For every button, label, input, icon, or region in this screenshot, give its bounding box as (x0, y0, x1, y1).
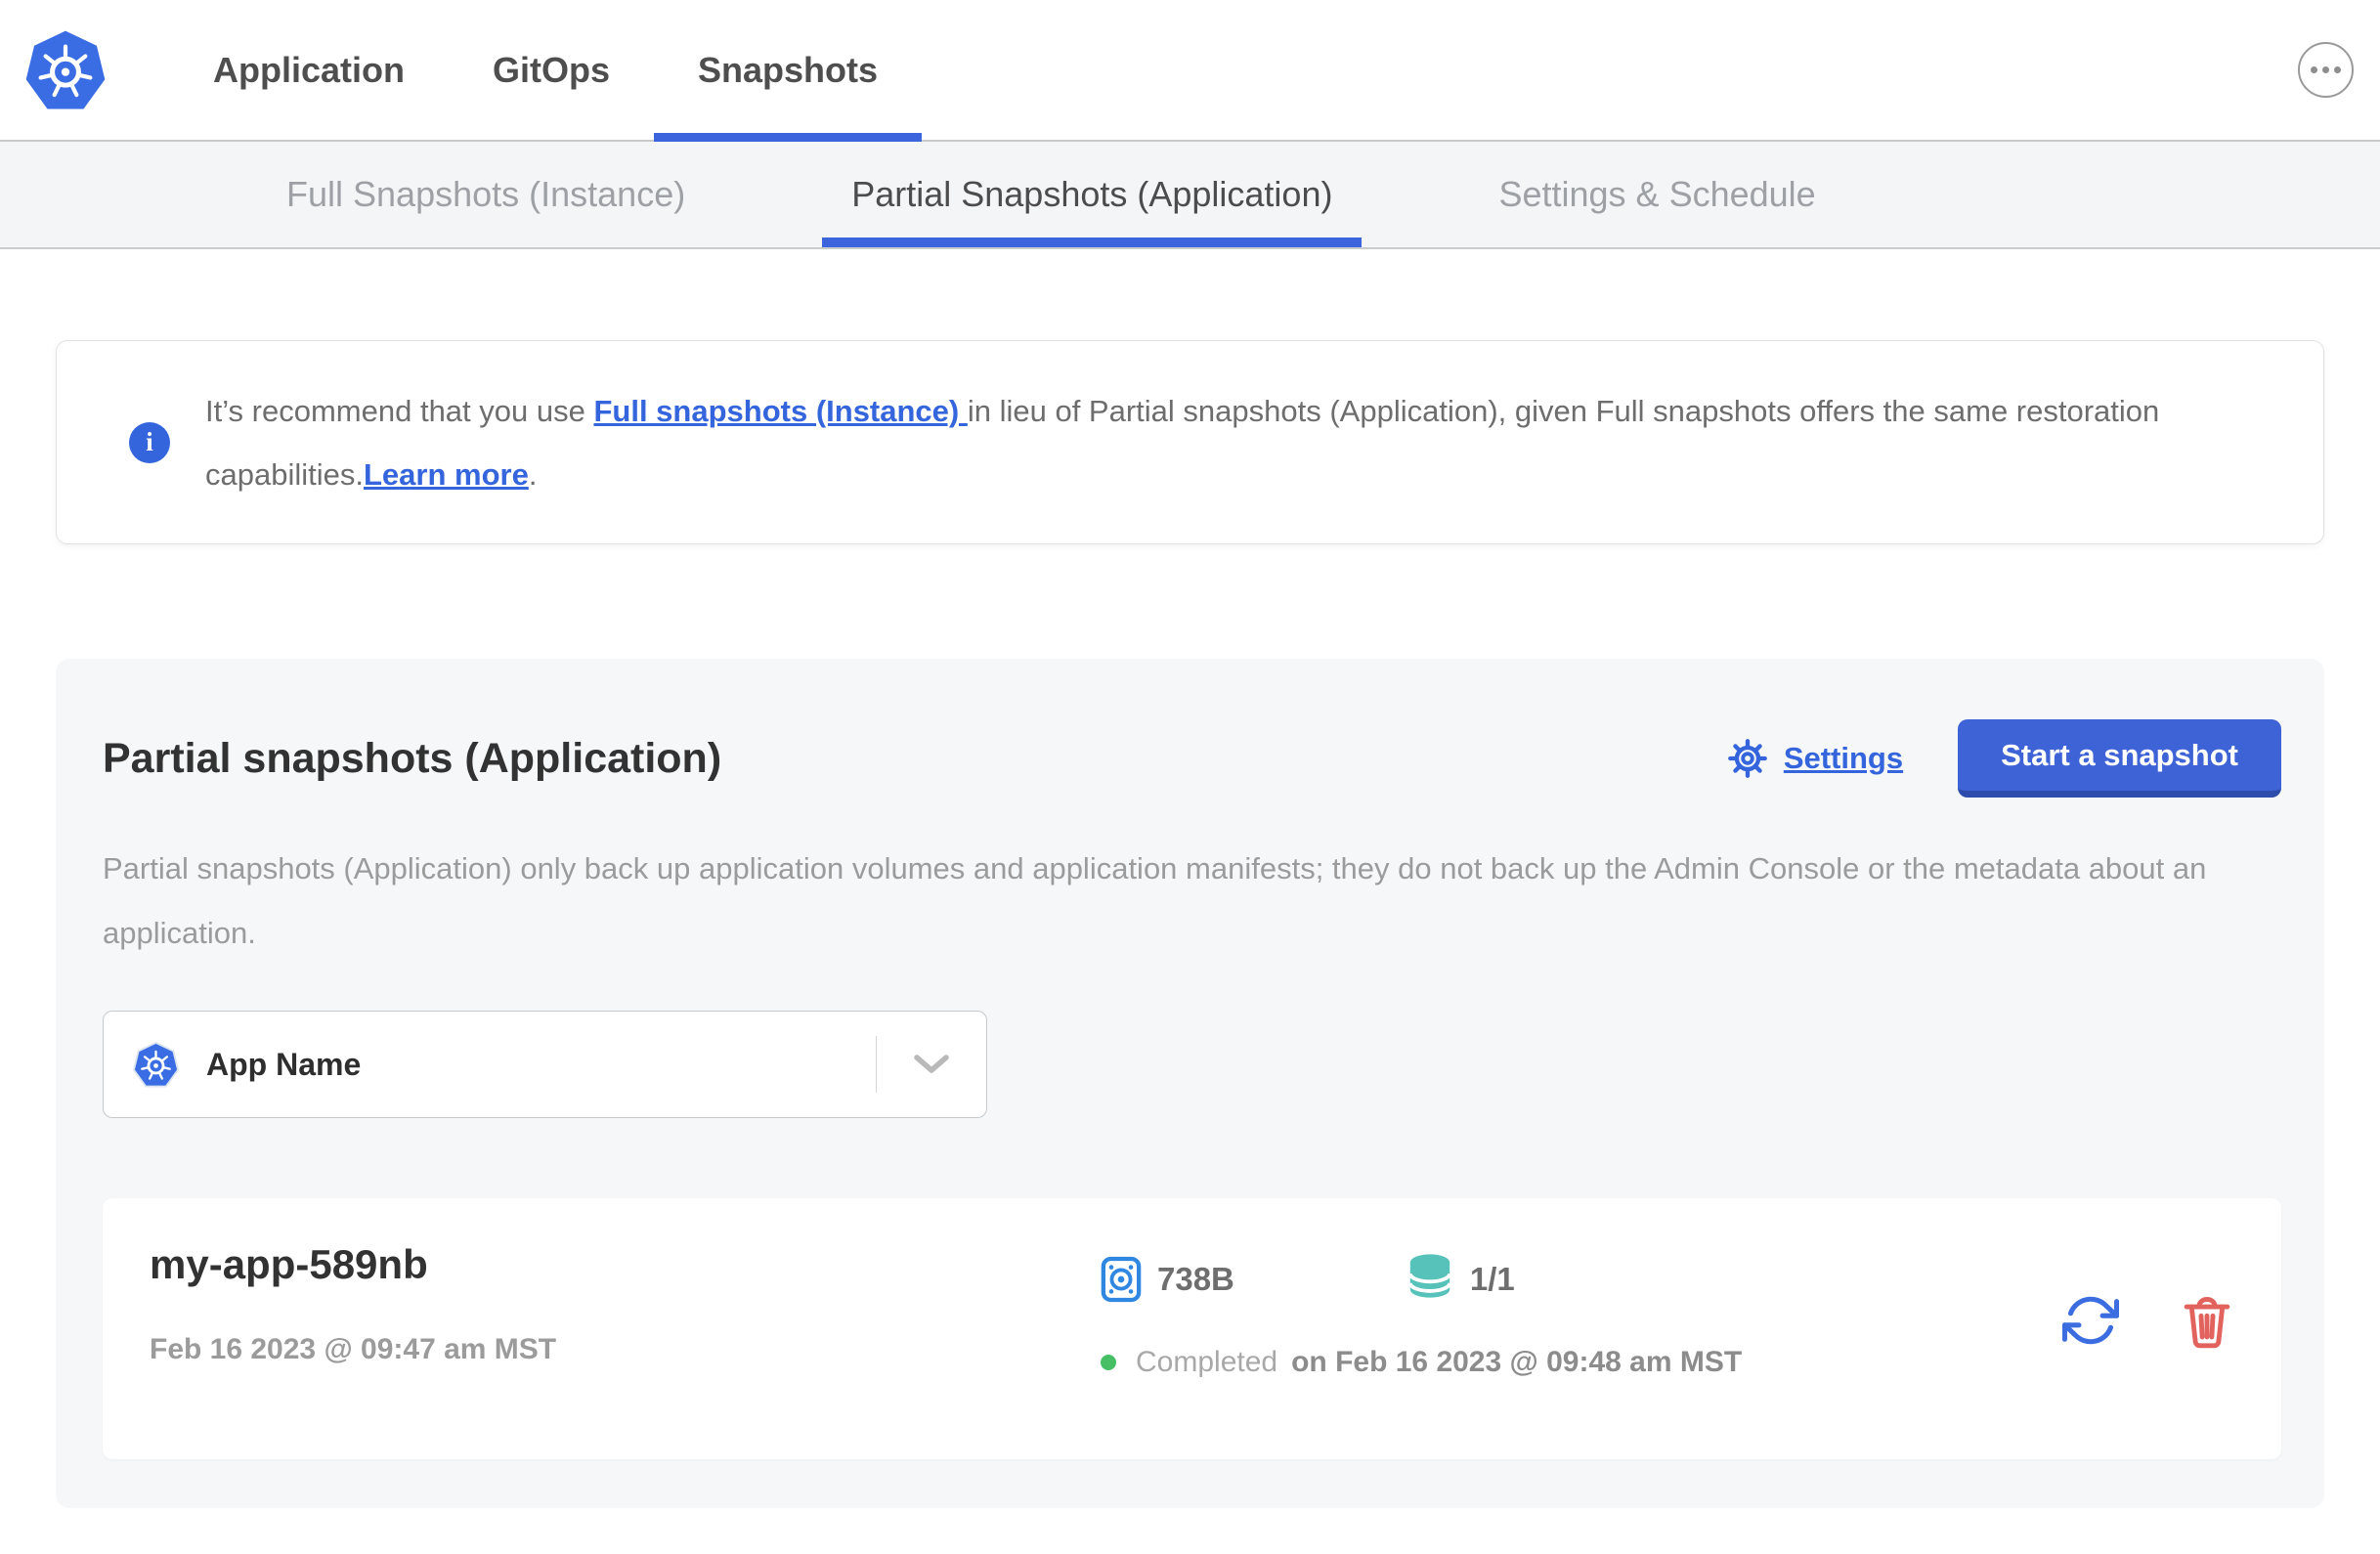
panel-header: Partial snapshots (Application) Settings (103, 719, 2281, 798)
full-snapshots-link[interactable]: Full snapshots (Instance) (593, 394, 967, 428)
restore-snapshot-button[interactable] (2061, 1292, 2120, 1349)
info-banner: i It’s recommend that you use Full snaps… (56, 340, 2324, 544)
status-badge: Completed (1136, 1346, 1278, 1378)
volume-size-icon (1101, 1256, 1142, 1302)
kubernetes-logo-icon (25, 30, 106, 108)
tab-settings-schedule[interactable]: Settings & Schedule (1469, 142, 1844, 247)
app-name-value: App Name (206, 1046, 362, 1082)
snapshot-stats: 738B 1/1 (1101, 1251, 2062, 1307)
nav-application[interactable]: Application (169, 0, 449, 140)
snapshot-status-line: Completed on Feb 16 2023 @ 09:48 am MST (1101, 1346, 2062, 1379)
restore-icon (2061, 1296, 2120, 1345)
snapshot-start-timestamp: Feb 16 2023 @ 09:47 am MST (150, 1333, 557, 1365)
database-icon-wrap (1406, 1251, 1454, 1307)
snapshot-volumes-count: 1/1 (1469, 1260, 1515, 1297)
more-menu-button[interactable] (2298, 42, 2354, 98)
nav-snapshots[interactable]: Snapshots (654, 0, 923, 142)
dropdown-chevron-box[interactable] (877, 1053, 986, 1076)
ellipsis-icon (2334, 66, 2341, 73)
snapshot-name: my-app-589nb (150, 1241, 428, 1287)
partial-snapshots-panel: Partial snapshots (Application) Settings (56, 659, 2324, 1508)
trash-icon (2184, 1297, 2230, 1349)
panel-header-actions: Settings Start a snapshot (1725, 719, 2281, 798)
banner-text: It’s recommend that you use Full snapsho… (205, 379, 2235, 506)
learn-more-link[interactable]: Learn more (364, 457, 529, 492)
settings-link[interactable]: Settings (1784, 741, 1903, 776)
tab-full-snapshots[interactable]: Full Snapshots (Instance) (257, 142, 714, 247)
start-snapshot-button[interactable]: Start a snapshot (1958, 719, 2281, 798)
snapshot-finish-timestamp: on Feb 16 2023 @ 09:48 am MST (1291, 1346, 1743, 1378)
ellipsis-icon (2322, 66, 2329, 73)
panel-description: Partial snapshots (Application) only bac… (103, 851, 2207, 950)
snapshot-size: 738B (1157, 1260, 1234, 1297)
gear-icon[interactable] (1725, 736, 1770, 781)
snapshot-identity: my-app-589nb Feb 16 2023 @ 09:47 am MST (150, 1241, 1101, 1459)
delete-snapshot-button[interactable] (2180, 1292, 2234, 1349)
snapshot-details: 738B 1/1 Completed on Feb 16 2023 @ 09:4… (1101, 1241, 2062, 1459)
page-title: Partial snapshots (Application) (103, 734, 722, 782)
banner-text-segment: . (528, 456, 538, 492)
banner-text-segment: It’s recommend that you use (205, 393, 594, 428)
nav-gitops[interactable]: GitOps (449, 0, 654, 140)
snapshots-subnav: Full Snapshots (Instance) Partial Snapsh… (0, 142, 2380, 249)
status-dot-icon (1101, 1355, 1116, 1370)
top-header: Application GitOps Snapshots (0, 0, 2380, 142)
ellipsis-icon (2311, 66, 2317, 73)
database-icon (1407, 1254, 1452, 1298)
chevron-down-icon (914, 1055, 949, 1073)
top-nav: Application GitOps Snapshots (169, 0, 923, 142)
tab-partial-snapshots[interactable]: Partial Snapshots (Application) (822, 142, 1363, 247)
snapshot-actions (2061, 1292, 2234, 1349)
kubernetes-app-icon (133, 1041, 179, 1088)
info-icon: i (129, 421, 170, 463)
snapshot-row: my-app-589nb Feb 16 2023 @ 09:47 am MST … (103, 1198, 2281, 1459)
app-name-dropdown[interactable]: App Name (103, 1011, 987, 1118)
